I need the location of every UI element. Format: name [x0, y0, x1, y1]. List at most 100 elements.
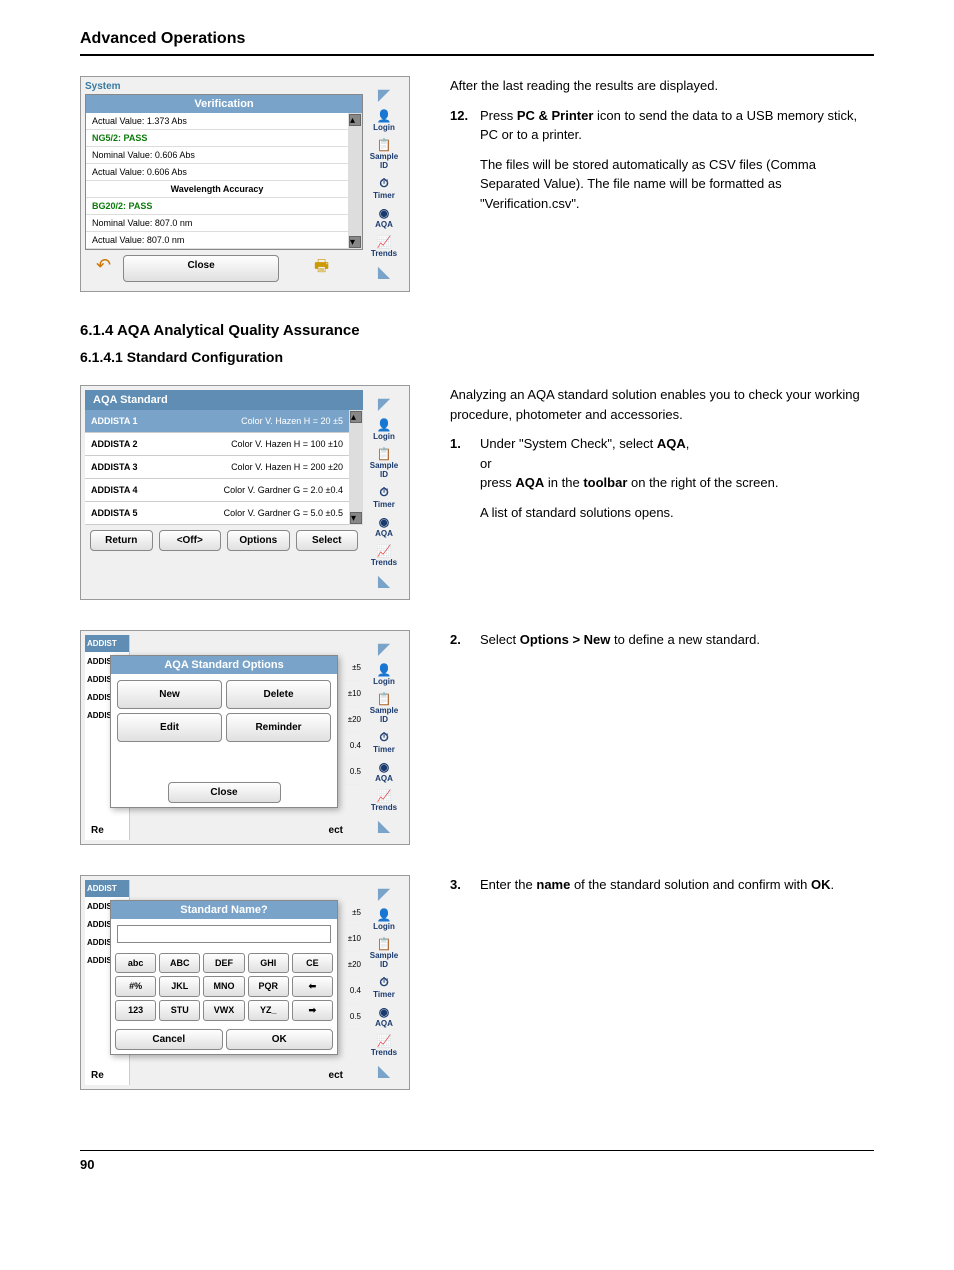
verification-line: Wavelength Accuracy	[86, 181, 348, 198]
scroll-down-icon[interactable]: ▾	[349, 236, 361, 248]
keyboard-key[interactable]: PQR	[248, 976, 289, 997]
verification-line: Actual Value: 807.0 nm	[86, 232, 348, 249]
toolbar-login[interactable]: 👤Login	[365, 661, 403, 688]
toolbar-login[interactable]: 👤Login	[365, 107, 403, 134]
aqa-row[interactable]: ADDISTA 3Color V. Hazen H = 200 ±20	[85, 456, 349, 479]
toolbar-up-icon[interactable]: ◤	[378, 394, 390, 414]
toolbar-up-icon[interactable]: ◤	[378, 85, 390, 105]
toolbar-sample-id[interactable]: 📋Sample ID	[365, 935, 403, 971]
options-button[interactable]: Options	[227, 530, 290, 551]
keyboard-key[interactable]: VWX	[203, 1000, 244, 1021]
toolbar-trends[interactable]: 📈Trends	[365, 1032, 403, 1059]
ghost-value: ±10	[343, 681, 363, 707]
select-button[interactable]: Select	[296, 530, 359, 551]
verification-title: Verification	[86, 95, 362, 113]
standard-name-input[interactable]	[117, 925, 331, 943]
toolbar-sample-id[interactable]: 📋Sample ID	[365, 445, 403, 481]
scrollbar[interactable]: ▴ ▾	[349, 410, 363, 525]
toolbar-trends[interactable]: 📈Trends	[365, 233, 403, 260]
keyboard-key[interactable]: STU	[159, 1000, 200, 1021]
screenshot-verification: System Verification Actual Value: 1.373 …	[80, 76, 410, 292]
toolbar-up-icon[interactable]: ◤	[378, 639, 390, 659]
toolbar-login[interactable]: 👤Login	[365, 416, 403, 443]
scroll-up-icon[interactable]: ▴	[349, 114, 361, 126]
return-fragment: Re	[91, 1070, 104, 1081]
pc-printer-icon[interactable]: 🖶	[285, 255, 358, 282]
toolbar-down-icon[interactable]: ◣	[378, 571, 390, 591]
ghost-value: ±10	[343, 926, 363, 952]
keyboard-key[interactable]: ⬅	[292, 976, 333, 997]
verification-line: NG5/2: PASS	[86, 130, 348, 147]
back-icon[interactable]: ↶	[90, 255, 117, 282]
verif-intro: After the last reading the results are d…	[450, 76, 874, 96]
keyboard-key[interactable]: 123	[115, 1000, 156, 1021]
aqa-row[interactable]: ADDISTA 4Color V. Gardner G = 2.0 ±0.4	[85, 479, 349, 502]
toolbar-down-icon[interactable]: ◣	[378, 1061, 390, 1081]
text-verification: After the last reading the results are d…	[450, 76, 874, 292]
ghost-value: ±20	[343, 707, 363, 733]
close-button[interactable]: Close	[123, 255, 279, 282]
keyboard-key[interactable]: MNO	[203, 976, 244, 997]
toolbar-timer[interactable]: ⏱Timer	[365, 483, 403, 511]
toolbar-login[interactable]: 👤Login	[365, 906, 403, 933]
select-fragment: ect	[329, 825, 343, 836]
toolbar-down-icon[interactable]: ◣	[378, 816, 390, 836]
delete-button[interactable]: Delete	[226, 680, 331, 709]
off-button[interactable]: <Off>	[159, 530, 222, 551]
ghost-value: 0.5	[343, 759, 363, 785]
toolbar-aqa[interactable]: ◉AQA	[365, 758, 403, 785]
toolbar-sample-id[interactable]: 📋Sample ID	[365, 136, 403, 172]
options-title: AQA Standard Options	[111, 656, 337, 674]
keyboard-key[interactable]: CE	[292, 953, 333, 973]
step-num-12: 12.	[450, 106, 472, 145]
ghost-value: 0.4	[343, 733, 363, 759]
toolbar-aqa[interactable]: ◉AQA	[365, 513, 403, 540]
toolbar-timer[interactable]: ⏱Timer	[365, 174, 403, 202]
aqa-intro: Analyzing an AQA standard solution enabl…	[450, 385, 874, 424]
reminder-button[interactable]: Reminder	[226, 713, 331, 742]
scroll-down-icon[interactable]: ▾	[350, 512, 362, 524]
step-1-text: Under "System Check", select AQA, or pre…	[480, 434, 874, 493]
aqa-row[interactable]: ADDISTA 1Color V. Hazen H = 20 ±5	[85, 410, 349, 433]
cancel-button[interactable]: Cancel	[115, 1029, 223, 1050]
scroll-up-icon[interactable]: ▴	[350, 411, 362, 423]
keyboard-key[interactable]: ➡	[292, 1000, 333, 1021]
keyboard-key[interactable]: DEF	[203, 953, 244, 973]
ghost-value: ±5	[343, 900, 363, 926]
step-2-text: Select Options > New to define a new sta…	[480, 630, 874, 650]
keyboard-key[interactable]: GHI	[248, 953, 289, 973]
keyboard-key[interactable]: YZ_	[248, 1000, 289, 1021]
edit-button[interactable]: Edit	[117, 713, 222, 742]
keyboard-key[interactable]: ABC	[159, 953, 200, 973]
aqa-row[interactable]: ADDISTA 5Color V. Gardner G = 5.0 ±0.5	[85, 502, 349, 525]
new-button[interactable]: New	[117, 680, 222, 709]
keyboard-key[interactable]: #%	[115, 976, 156, 997]
verification-line: Nominal Value: 807.0 nm	[86, 215, 348, 232]
ok-button[interactable]: OK	[226, 1029, 334, 1050]
toolbar-timer[interactable]: ⏱Timer	[365, 973, 403, 1001]
keyboard-key[interactable]: JKL	[159, 976, 200, 997]
page-number: 90	[80, 1150, 874, 1172]
ghost-value: ±20	[343, 952, 363, 978]
row-aqa-standard: AQA Standard ADDISTA 1Color V. Hazen H =…	[80, 385, 874, 600]
scrollbar[interactable]: ▴ ▾	[348, 113, 362, 249]
toolbar-up-icon[interactable]: ◤	[378, 884, 390, 904]
page-header: Advanced Operations	[80, 30, 874, 56]
ghost-item: ADDIST	[85, 880, 129, 898]
section-6-1-4: 6.1.4 AQA Analytical Quality Assurance	[80, 322, 874, 339]
toolbar-trends[interactable]: 📈Trends	[365, 542, 403, 569]
toolbar-aqa[interactable]: ◉AQA	[365, 204, 403, 231]
toolbar-trends[interactable]: 📈Trends	[365, 787, 403, 814]
toolbar-aqa[interactable]: ◉AQA	[365, 1003, 403, 1030]
row-keyboard: AQA ADDISTADDISTADDISTADDISTADDIST ±5±10…	[80, 875, 874, 1090]
screenshot-keyboard: AQA ADDISTADDISTADDISTADDISTADDIST ±5±10…	[80, 875, 410, 1090]
toolbar-timer[interactable]: ⏱Timer	[365, 728, 403, 756]
aqa-row[interactable]: ADDISTA 2Color V. Hazen H = 100 ±10	[85, 433, 349, 456]
keyboard-key[interactable]: abc	[115, 953, 156, 973]
options-close-button[interactable]: Close	[168, 782, 281, 803]
row-options: AQA ADDISTADDISTADDISTADDISTADDIST ±5±10…	[80, 630, 874, 845]
toolbar-down-icon[interactable]: ◣	[378, 262, 390, 282]
step-num-1: 1.	[450, 434, 472, 493]
return-button[interactable]: Return	[90, 530, 153, 551]
toolbar-sample-id[interactable]: 📋Sample ID	[365, 690, 403, 726]
